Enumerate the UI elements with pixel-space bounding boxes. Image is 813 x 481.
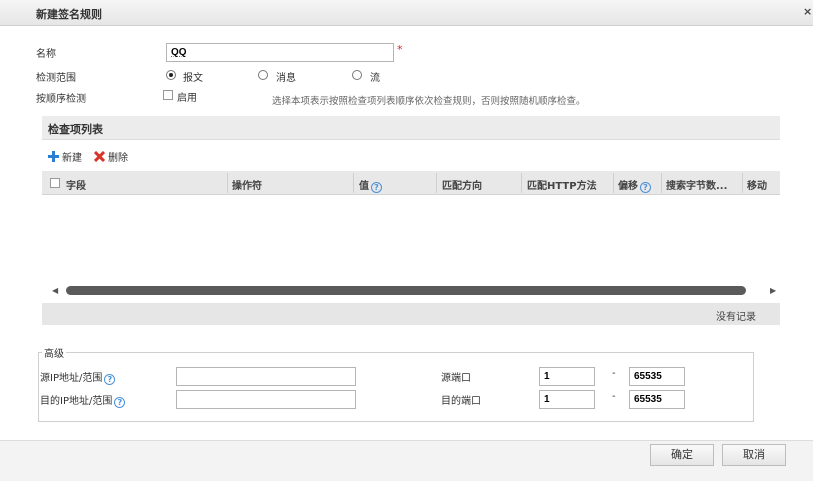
src-ip-input[interactable] — [176, 367, 356, 386]
dst-ip-label: 目的IP地址/范围? — [40, 392, 126, 408]
dst-ip-label-text: 目的IP地址/范围 — [40, 396, 113, 407]
src-port-from-input[interactable] — [539, 367, 595, 386]
col-value[interactable]: 值? — [359, 177, 382, 193]
scroll-left-icon[interactable]: ◀ — [52, 286, 58, 295]
help-icon[interactable]: ? — [114, 397, 126, 408]
required-mark: * — [397, 43, 403, 56]
col-offset[interactable]: 偏移? — [618, 177, 651, 193]
col-divider — [742, 173, 743, 193]
dst-ip-input[interactable] — [176, 390, 356, 409]
radio-message[interactable] — [258, 70, 268, 80]
cancel-button[interactable]: 取消 — [722, 444, 786, 466]
order-checkbox[interactable] — [163, 90, 173, 100]
scroll-right-icon[interactable]: ▶ — [770, 286, 776, 295]
help-icon[interactable]: ? — [104, 374, 116, 385]
select-all-checkbox[interactable] — [50, 178, 60, 188]
horizontal-scrollbar[interactable] — [66, 286, 746, 295]
col-value-label: 值 — [359, 181, 369, 192]
col-operator[interactable]: 操作符 — [232, 177, 262, 192]
advanced-fieldset — [38, 352, 754, 422]
new-button-label: 新建 — [62, 153, 82, 164]
src-ip-label-text: 源IP地址/范围 — [40, 373, 103, 384]
col-offset-label: 偏移 — [618, 181, 638, 192]
add-icon — [48, 151, 59, 162]
order-label: 按顺序检测 — [36, 94, 86, 105]
range-separator: - — [612, 368, 616, 379]
range-separator: - — [612, 391, 616, 402]
col-http-method[interactable]: 匹配HTTP方法 — [527, 177, 597, 192]
dialog-titlebar — [0, 0, 813, 26]
dst-port-to-input[interactable] — [629, 390, 685, 409]
delete-button-label: 删除 — [108, 153, 128, 164]
dialog-title: 新建签名规则 — [36, 8, 102, 21]
src-port-to-input[interactable] — [629, 367, 685, 386]
col-divider — [613, 173, 614, 193]
scope-label: 检测范围 — [36, 73, 76, 84]
radio-stream-label: 流 — [370, 73, 380, 84]
name-label: 名称 — [36, 49, 56, 60]
advanced-legend: 高级 — [42, 345, 66, 360]
order-checkbox-label: 启用 — [177, 93, 197, 104]
help-icon[interactable]: ? — [371, 182, 382, 193]
col-move[interactable]: 移动 — [747, 177, 767, 192]
col-divider — [227, 173, 228, 193]
radio-packet[interactable] — [166, 70, 176, 80]
col-divider — [436, 173, 437, 193]
grid-footer — [42, 303, 780, 325]
radio-stream[interactable] — [352, 70, 362, 80]
src-ip-label: 源IP地址/范围? — [40, 369, 116, 385]
delete-icon — [94, 151, 105, 162]
help-icon[interactable]: ? — [640, 182, 651, 193]
check-list-header — [42, 116, 780, 140]
dst-port-label: 目的端口 — [441, 396, 481, 407]
src-port-label: 源端口 — [441, 373, 471, 384]
col-divider — [661, 173, 662, 193]
close-icon[interactable]: × — [803, 5, 812, 18]
radio-packet-label: 报文 — [183, 73, 203, 84]
col-search-bytes[interactable]: 搜索字节数... — [666, 177, 727, 192]
ok-button[interactable]: 确定 — [650, 444, 714, 466]
empty-text: 没有记录 — [716, 312, 756, 323]
new-button[interactable]: 新建 — [48, 149, 82, 164]
col-direction[interactable]: 匹配方向 — [442, 177, 482, 192]
col-divider — [353, 173, 354, 193]
col-field[interactable]: 字段 — [66, 177, 86, 192]
col-divider — [521, 173, 522, 193]
delete-button[interactable]: 删除 — [94, 149, 128, 164]
dst-port-from-input[interactable] — [539, 390, 595, 409]
check-list-title: 检查项列表 — [48, 123, 103, 136]
radio-message-label: 消息 — [276, 73, 296, 84]
order-hint: 选择本项表示按照检查项列表顺序依次检查规则，否则按照随机顺序检查。 — [272, 96, 586, 107]
name-input[interactable] — [166, 43, 394, 62]
